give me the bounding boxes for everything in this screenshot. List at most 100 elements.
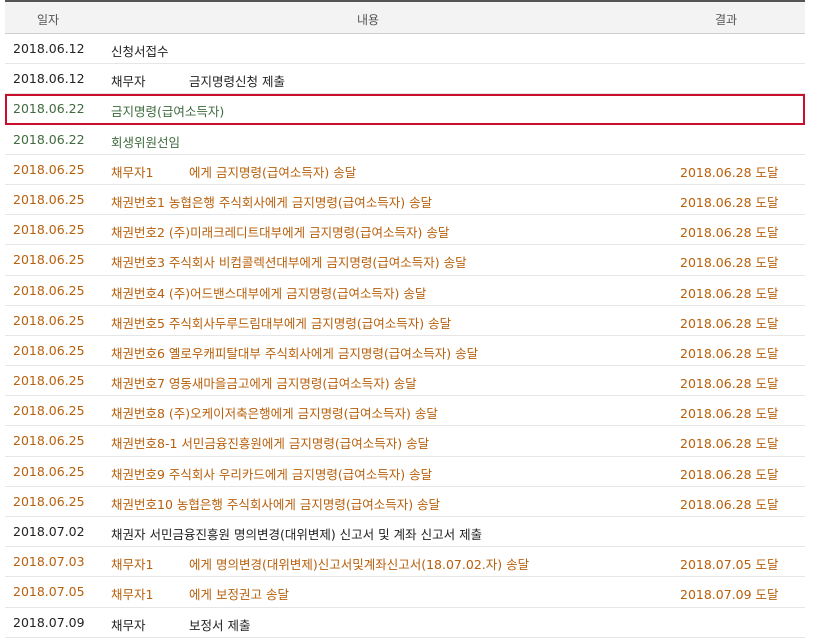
row-date: 2018.06.22: [13, 131, 85, 147]
row-content: 채무자1 에게 명의변경(대위변제)신고서및계좌신고서(18.07.02.자) 송…: [111, 554, 529, 573]
row-result: 2018.06.28 도달: [680, 345, 779, 361]
row-content: 채권번호8 (주)오케이저축은행에게 금지명령(급여소득자) 송달: [111, 403, 438, 422]
row-party: 채무자: [111, 617, 146, 633]
row-result: 2018.06.28 도달: [680, 436, 779, 452]
row-content: 채권자 서민금융진흥원 명의변경(대위변제) 신고서 및 계좌 신고서 제출: [111, 524, 482, 543]
row-content-text: 채권번호8-1 서민금융진흥원에게 금지명령(급여소득자) 송달: [111, 436, 430, 452]
row-date: 2018.06.25: [13, 252, 85, 268]
header-content: 내용: [357, 13, 380, 27]
row-content: 금지명령(급여소득자): [111, 101, 224, 120]
row-content: 회생위원선임: [111, 132, 180, 151]
row-content: 채권번호2 (주)미래크레디트대부에게 금지명령(급여소득자) 송달: [111, 222, 449, 241]
row-date: 2018.06.25: [13, 463, 85, 479]
row-content: 채권번호7 영동새마을금고에게 금지명령(급여소득자) 송달: [111, 373, 417, 392]
row-content-text: 채권번호8 (주)오케이저축은행에게 금지명령(급여소득자) 송달: [111, 406, 438, 422]
row-content-text: 채권번호5 주식회사두루드림대부에게 금지명령(급여소득자) 송달: [111, 315, 452, 331]
row-content-text: 채권번호2 (주)미래크레디트대부에게 금지명령(급여소득자) 송달: [111, 225, 450, 241]
row-date: 2018.06.25: [13, 403, 85, 419]
table-body: 2018.06.12 신청서접수 2018.06.12 채무자 금지명령신청 제출 201…: [5, 34, 805, 638]
row-content-text: 회생위원선임: [111, 134, 181, 150]
table-row: 2018.06.25 채권번호9 주식회사 우리카드에게 금지명령(급여소득자) …: [5, 457, 805, 487]
table-row: 2018.07.09 채무자 보정서 제출: [5, 608, 805, 638]
row-content: 채권번호6 옐로우캐피탈대부 주식회사에게 금지명령(급여소득자) 송달: [111, 343, 478, 362]
row-result: 2018.06.28 도달: [680, 225, 779, 241]
row-content-text: 금지명령(급여소득자): [111, 104, 225, 120]
row-content: 채무자1 에게 보정권고 송달: [111, 584, 289, 603]
table-row: 2018.07.05 채무자1 에게 보정권고 송달 2018.07.09 도달: [5, 577, 805, 608]
row-content-text: 보정서 제출: [189, 617, 251, 633]
row-content: 채권번호8-1 서민금융진흥원에게 금지명령(급여소득자) 송달: [111, 433, 429, 452]
table-row: 2018.06.22 금지명령(급여소득자): [5, 94, 805, 125]
row-date: 2018.06.25: [13, 312, 85, 328]
row-date: 2018.06.25: [13, 342, 85, 358]
row-content: 채무자 금지명령신청 제출: [111, 71, 285, 90]
row-content-text: 채권번호7 영동새마을금고에게 금지명령(급여소득자) 송달: [111, 376, 417, 392]
row-result: 2018.06.28 도달: [680, 466, 779, 482]
table-row: 2018.06.25 채권번호2 (주)미래크레디트대부에게 금지명령(급여소득자…: [5, 215, 805, 246]
table-row: 2018.06.25 채권번호7 영동새마을금고에게 금지명령(급여소득자) 송달…: [5, 366, 805, 397]
case-history-table: 일자 내용 결과 2018.06.12 신청서접수 2018.06.12 채무자 금지명…: [5, 0, 805, 638]
table-row: 2018.06.25 채권번호4 (주)어드밴스대부에게 금지명령(급여소득자) …: [5, 276, 805, 306]
row-result: 2018.06.28 도달: [680, 164, 779, 180]
table-row: 2018.06.25 채권번호3 주식회사 비컴콜렉션대부에게 금지명령(급여소득…: [5, 245, 805, 276]
row-date: 2018.06.25: [13, 493, 85, 509]
row-party: 채무자: [111, 74, 146, 90]
row-result: 2018.07.09 도달: [680, 587, 779, 603]
row-content-text: 신청서접수: [111, 44, 169, 59]
row-date: 2018.06.22: [13, 101, 85, 117]
row-content-text: 채권번호9 주식회사 우리카드에게 금지명령(급여소득자) 송달: [111, 466, 433, 482]
table-row: 2018.06.12 채무자 금지명령신청 제출: [5, 64, 805, 95]
row-content: 채권번호9 주식회사 우리카드에게 금지명령(급여소득자) 송달: [111, 464, 432, 483]
table-row: 2018.06.25 채권번호1 농협은행 주식회사에게 금지명령(급여소득자) …: [5, 185, 805, 216]
row-result: 2018.06.28 도달: [680, 194, 779, 210]
row-content-text: 금지명령신청 제출: [189, 74, 285, 90]
table-row: 2018.06.22 회생위원선임: [5, 125, 805, 155]
row-content: 채권번호3 주식회사 비컴콜렉션대부에게 금지명령(급여소득자) 송달: [111, 252, 467, 271]
row-date: 2018.06.25: [13, 191, 85, 207]
table-row: 2018.06.25 채권번호6 옐로우캐피탈대부 주식회사에게 금지명령(급여소…: [5, 336, 805, 367]
row-party: 채무자1: [111, 587, 154, 603]
table-row: 2018.06.25 채무자1 에게 금지명령(급여소득자) 송달 2018.06.2…: [5, 155, 805, 185]
row-content-text: 에게 보정권고 송달: [189, 587, 289, 603]
table-row: 2018.06.25 채권번호5 주식회사두루드림대부에게 금지명령(급여소득자)…: [5, 306, 805, 336]
table-row: 2018.06.25 채권번호8 (주)오케이저축은행에게 금지명령(급여소득자)…: [5, 396, 805, 427]
row-date: 2018.06.25: [13, 222, 85, 238]
row-date: 2018.06.25: [13, 433, 85, 449]
row-content: 채권번호1 농협은행 주식회사에게 금지명령(급여소득자) 송달: [111, 192, 432, 211]
row-content-text: 채권번호1 농협은행 주식회사에게 금지명령(급여소득자) 송달: [111, 194, 433, 210]
row-party: 채무자1: [111, 557, 154, 573]
row-date: 2018.06.25: [13, 282, 85, 298]
row-result: 2018.06.28 도달: [680, 496, 779, 512]
row-content: 채무자1 에게 금지명령(급여소득자) 송달: [111, 162, 356, 181]
table-header: 일자 내용 결과: [5, 0, 805, 34]
row-content-text: 에게 명의변경(대위변제)신고서및계좌신고서(18.07.02.자) 송달: [189, 557, 530, 573]
row-content-text: 채권번호4 (주)어드밴스대부에게 금지명령(급여소득자) 송달: [111, 285, 427, 301]
table-row: 2018.07.03 채무자1 에게 명의변경(대위변제)신고서및계좌신고서(18.…: [5, 547, 805, 578]
table-row: 2018.06.25 채권번호8-1 서민금융진흥원에게 금지명령(급여소득자) …: [5, 426, 805, 457]
row-content: 채권번호5 주식회사두루드림대부에게 금지명령(급여소득자) 송달: [111, 313, 451, 332]
row-result: 2018.06.28 도달: [680, 315, 779, 331]
row-content: 신청서접수: [111, 41, 169, 60]
row-date: 2018.07.03: [13, 554, 85, 570]
row-content-text: 에게 금지명령(급여소득자) 송달: [189, 164, 357, 180]
table-row: 2018.06.25 채권번호10 농협은행 주식회사에게 금지명령(급여소득자)…: [5, 487, 805, 517]
header-result: 결과: [715, 13, 738, 27]
row-result: 2018.06.28 도달: [680, 255, 779, 271]
header-date: 일자: [37, 13, 60, 27]
row-content: 채권번호4 (주)어드밴스대부에게 금지명령(급여소득자) 송달: [111, 283, 426, 302]
row-content-text: 채권번호3 주식회사 비컴콜렉션대부에게 금지명령(급여소득자) 송달: [111, 255, 467, 271]
row-content: 채권번호10 농협은행 주식회사에게 금지명령(급여소득자) 송달: [111, 494, 440, 513]
row-content-text: 채권번호6 옐로우캐피탈대부 주식회사에게 금지명령(급여소득자) 송달: [111, 345, 479, 361]
row-result: 2018.07.05 도달: [680, 557, 779, 573]
table-row: 2018.07.02 채권자 서민금융진흥원 명의변경(대위변제) 신고서 및 계…: [5, 517, 805, 548]
row-date: 2018.06.25: [13, 161, 85, 177]
table-row: 2018.06.12 신청서접수: [5, 34, 805, 65]
row-date: 2018.07.09: [13, 614, 85, 630]
row-date: 2018.06.12: [13, 71, 85, 87]
row-party: 채무자1: [111, 164, 154, 180]
row-result: 2018.06.28 도달: [680, 376, 779, 392]
row-content-text: 채권자 서민금융진흥원 명의변경(대위변제) 신고서 및 계좌 신고서 제출: [111, 527, 483, 542]
row-date: 2018.07.02: [13, 524, 85, 539]
row-date: 2018.06.25: [13, 373, 85, 389]
row-date: 2018.07.05: [13, 584, 85, 600]
